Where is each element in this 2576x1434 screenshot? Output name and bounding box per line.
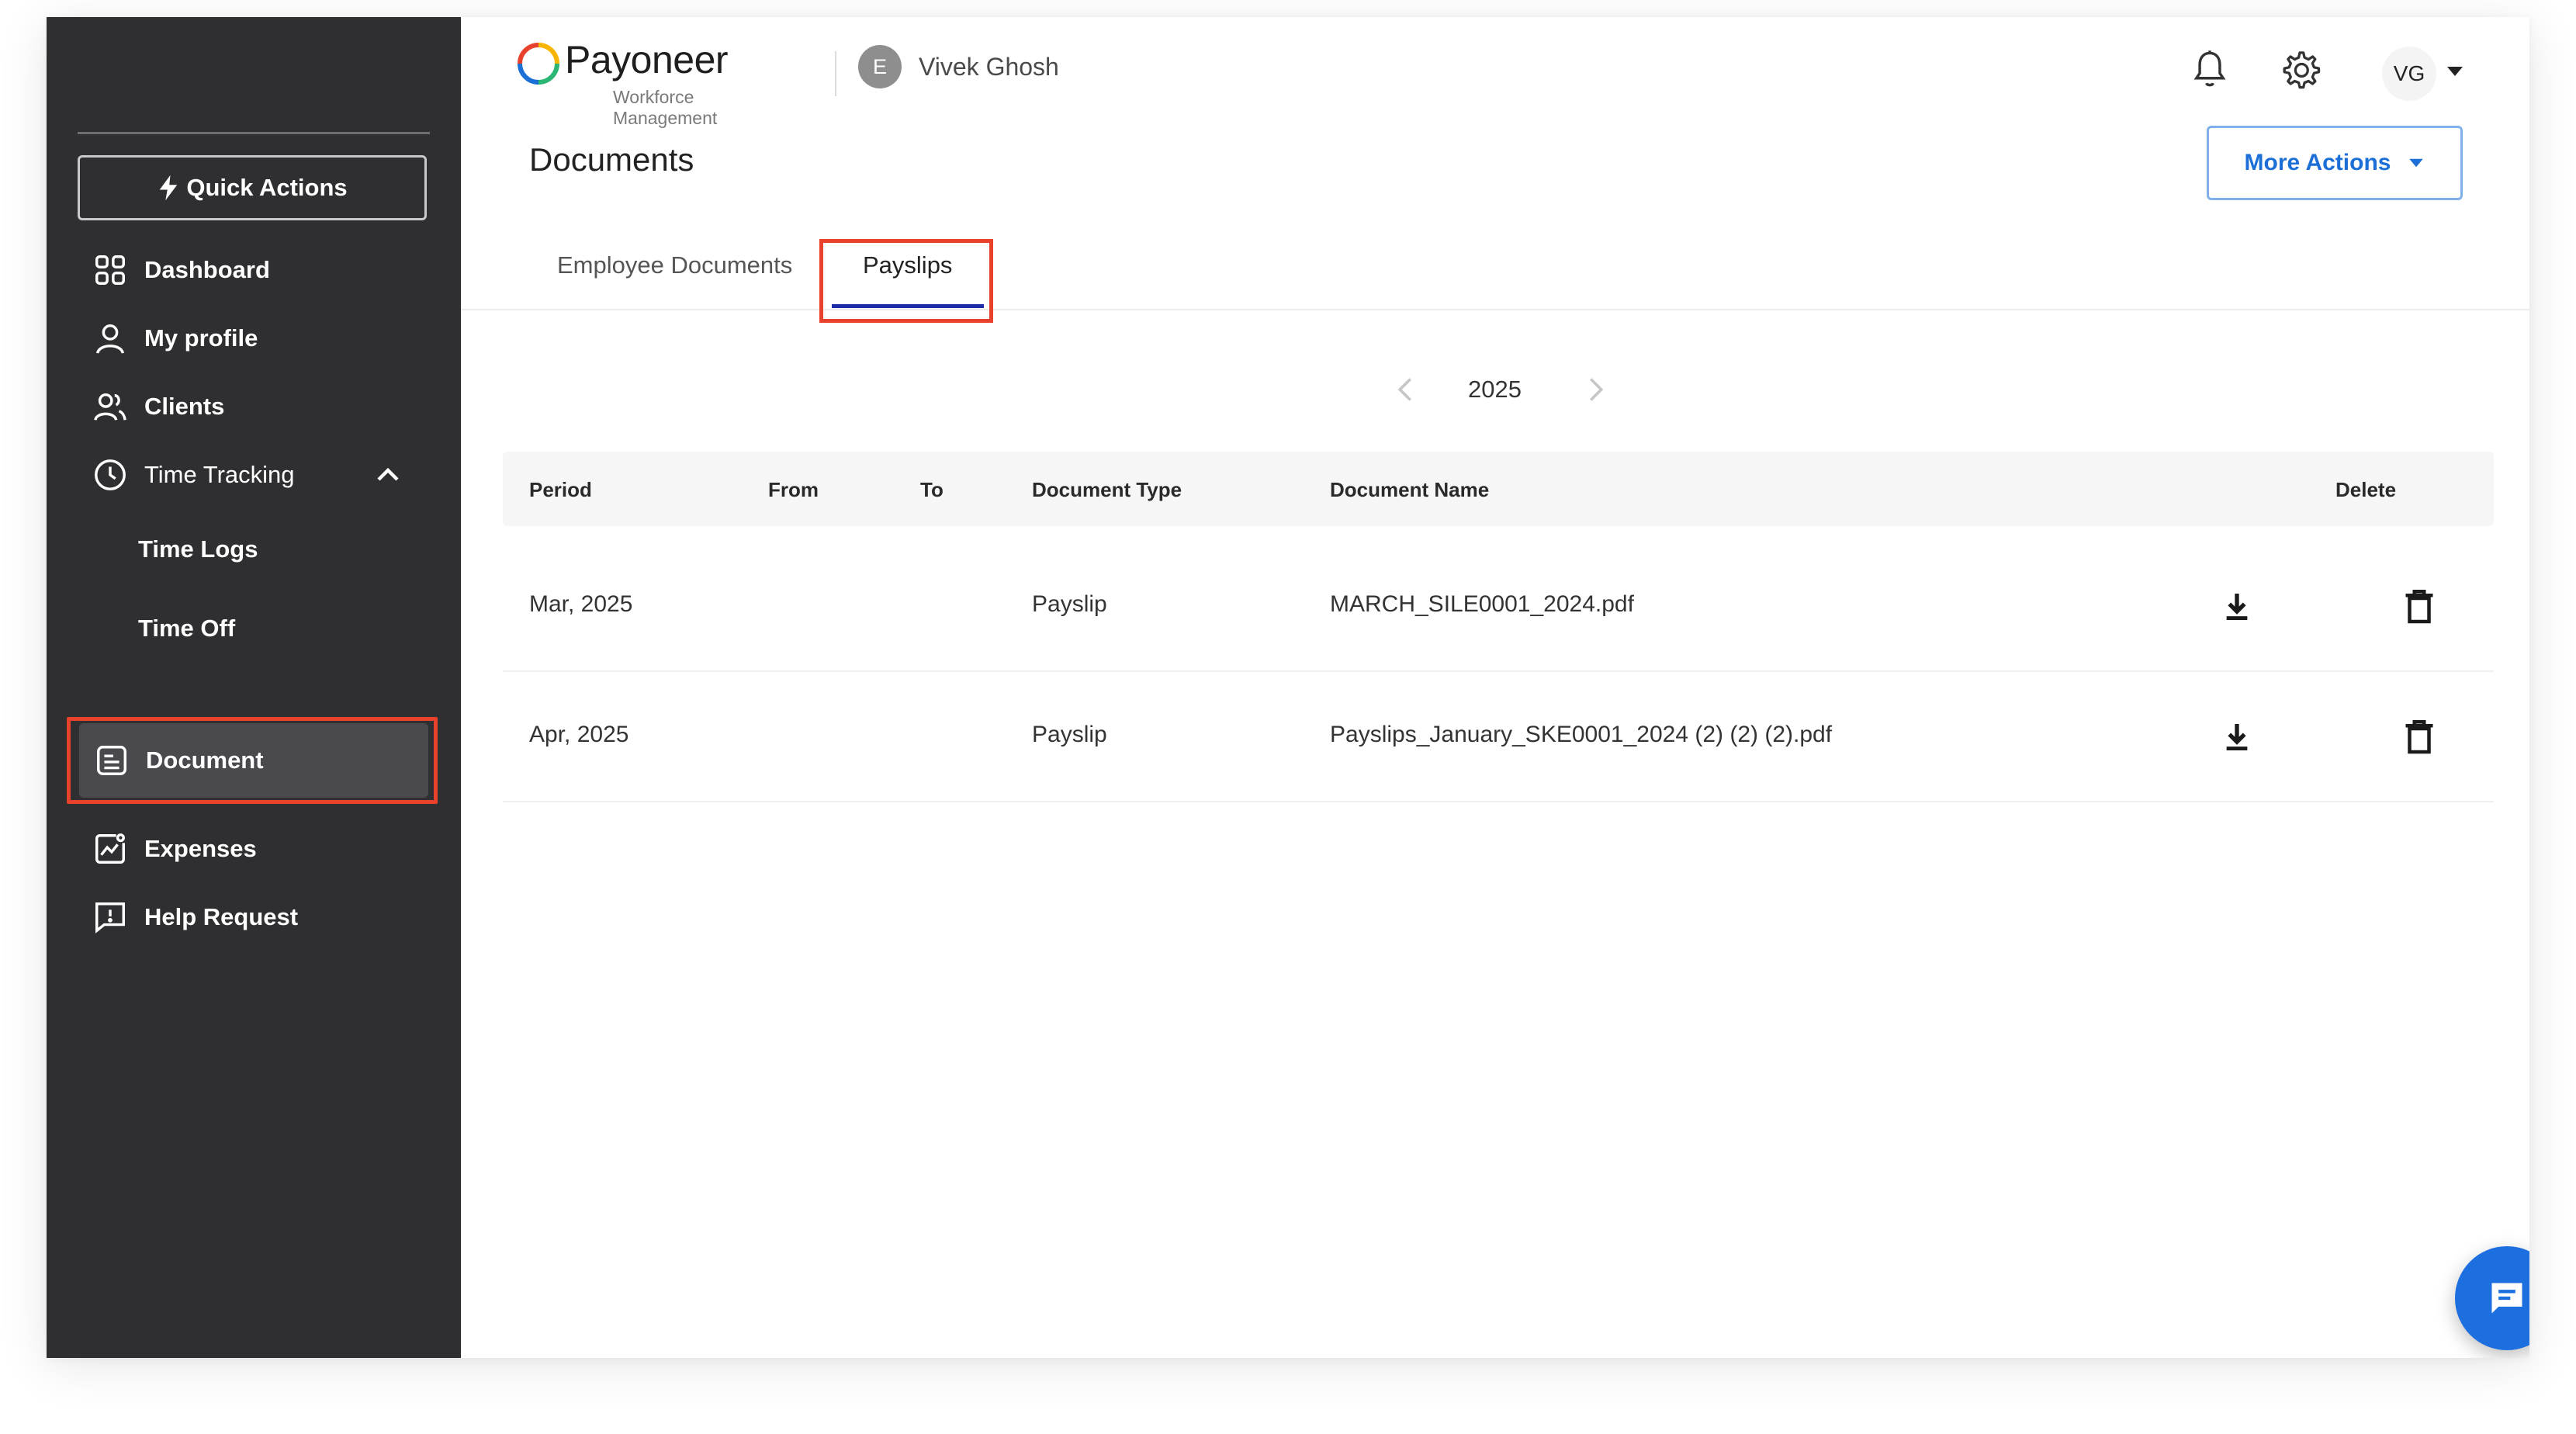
sidebar-item-my-profile[interactable]: My profile — [78, 306, 430, 371]
logo-ring-icon — [518, 43, 559, 85]
trash-icon[interactable] — [2404, 719, 2435, 754]
column-header-document-name: Document Name — [1330, 478, 1490, 501]
chevron-up-icon[interactable] — [376, 464, 400, 486]
column-header-document-type: Document Type — [1032, 478, 1182, 501]
lightning-icon — [157, 174, 180, 202]
column-header-from: From — [768, 478, 819, 501]
gear-icon[interactable] — [2278, 48, 2322, 92]
more-actions-button[interactable]: More Actions — [2207, 126, 2463, 200]
cell-document-type: Payslip — [1032, 591, 1107, 617]
sidebar-item-clients[interactable]: Clients — [78, 374, 430, 439]
chat-icon — [2491, 1283, 2522, 1314]
grid-icon — [92, 251, 129, 289]
highlight-box — [67, 717, 438, 804]
sidebar-item-label: Time Tracking — [144, 461, 295, 488]
tab-employee-documents[interactable]: Employee Documents — [557, 251, 792, 279]
sidebar-item-time-logs[interactable]: Time Logs — [78, 517, 430, 582]
people-icon — [92, 388, 129, 425]
sidebar-item-label: Time Logs — [138, 535, 258, 563]
cell-document-type: Payslip — [1032, 722, 1107, 747]
sidebar: Quick Actions Dashboard My profile Clien… — [47, 17, 461, 1358]
user-avatar[interactable]: VG — [2382, 47, 2436, 101]
cell-period: Mar, 2025 — [529, 591, 633, 617]
more-actions-label: More Actions — [2244, 150, 2391, 175]
chart-icon — [92, 830, 129, 868]
sidebar-item-help-request[interactable]: Help Request — [78, 885, 430, 950]
sidebar-item-label: My profile — [144, 324, 258, 352]
quick-actions-label: Quick Actions — [186, 174, 348, 201]
sidebar-item-label: Clients — [144, 393, 225, 420]
sidebar-item-label: Expenses — [144, 835, 257, 862]
sidebar-item-time-tracking[interactable]: Time Tracking — [78, 442, 430, 507]
clock-icon — [92, 456, 129, 494]
entity-avatar: E — [858, 45, 902, 88]
sidebar-item-time-off[interactable]: Time Off — [78, 596, 430, 661]
cell-document-name: Payslips_January_SKE0001_2024 (2) (2) (2… — [1330, 722, 1833, 747]
person-icon — [92, 320, 129, 357]
highlight-box — [819, 239, 993, 323]
year-label: 2025 — [1468, 376, 1522, 403]
header-separator — [835, 51, 836, 96]
chevron-right-icon[interactable] — [1586, 376, 1606, 404]
column-header-to: To — [920, 478, 943, 501]
bell-icon[interactable] — [2190, 48, 2230, 92]
chevron-left-icon[interactable] — [1395, 376, 1415, 404]
cell-document-name: MARCH_SILE0001_2024.pdf — [1330, 591, 1634, 617]
trash-icon[interactable] — [2404, 588, 2435, 624]
help-chat-icon — [92, 899, 129, 936]
page-title: Documents — [529, 141, 694, 178]
sidebar-item-dashboard[interactable]: Dashboard — [78, 237, 430, 303]
sidebar-item-expenses[interactable]: Expenses — [78, 816, 430, 882]
payoneer-logo[interactable]: Payoneer Workforce Management — [517, 28, 796, 128]
sidebar-item-label: Help Request — [144, 903, 299, 930]
tabs-divider — [461, 309, 2529, 310]
brand-subtitle: Workforce Management — [613, 87, 718, 128]
user-name: Vivek Ghosh — [919, 53, 1059, 81]
sidebar-item-label: Time Off — [138, 615, 236, 642]
column-header-delete: Delete — [2335, 478, 2397, 501]
quick-actions-button[interactable]: Quick Actions — [78, 155, 427, 220]
cell-period: Apr, 2025 — [529, 722, 629, 747]
caret-down-icon — [2409, 158, 2424, 168]
download-icon[interactable] — [2224, 591, 2250, 622]
sidebar-divider — [78, 132, 430, 134]
caret-down-icon[interactable] — [2446, 65, 2464, 78]
app-window: Quick Actions Dashboard My profile Clien… — [47, 17, 2529, 1358]
sidebar-item-label: Dashboard — [144, 256, 270, 283]
column-header-period: Period — [529, 478, 592, 501]
download-icon[interactable] — [2224, 722, 2250, 753]
chat-button[interactable] — [2455, 1246, 2529, 1350]
brand-name: Payoneer — [565, 38, 729, 81]
